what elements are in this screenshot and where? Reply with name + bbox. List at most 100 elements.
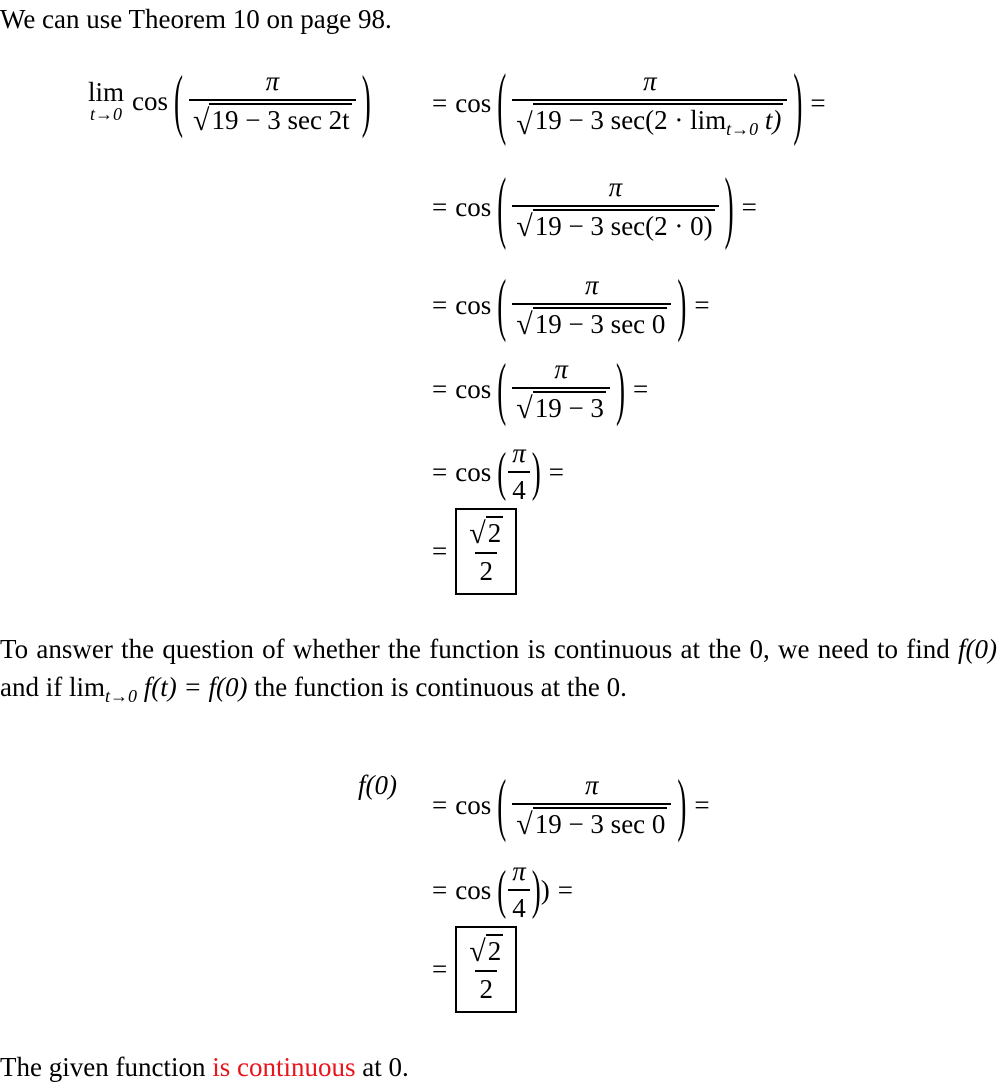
f0-step-1: = cos ( π √ 19 − 3 sec 0 ) = bbox=[424, 765, 718, 844]
numerator: π bbox=[265, 66, 280, 96]
left-paren: ( bbox=[174, 61, 184, 140]
square-root: √ 19 − 3 sec 0 bbox=[516, 807, 668, 841]
square-root: √ 19 − 3 sec 2t bbox=[193, 103, 352, 137]
radicand: 2 bbox=[485, 516, 504, 548]
cos-function: cos bbox=[455, 874, 492, 905]
left-paren: ( bbox=[497, 765, 507, 844]
explanation-part4: the function is continuous at the 0. bbox=[247, 672, 627, 702]
fraction: π 4 bbox=[508, 438, 530, 506]
equals-sign: = bbox=[432, 373, 448, 404]
equals-sign: = bbox=[694, 289, 710, 320]
lim-subscript: t→0 bbox=[90, 104, 123, 125]
equals-sign: = bbox=[694, 789, 710, 820]
square-root: √ 19 − 3 sec(2 · 0) bbox=[516, 209, 715, 243]
conclusion-after: at 0. bbox=[355, 1052, 409, 1082]
denominator: √ 19 − 3 bbox=[512, 387, 610, 425]
right-paren: ) bbox=[793, 56, 803, 147]
equals-sign: = bbox=[432, 874, 448, 905]
numerator: π bbox=[512, 856, 526, 886]
fraction: π √ 19 − 3 sec 2t bbox=[189, 66, 356, 137]
limit-step-4: = cos ( π √ 19 − 3 ) = bbox=[424, 349, 656, 428]
lim-label: lim bbox=[88, 77, 125, 108]
limit-result: = √ 2 2 bbox=[424, 508, 518, 595]
left-paren: ( bbox=[497, 349, 507, 428]
explanation-part1: To answer the question of whether the fu… bbox=[0, 634, 959, 664]
left-paren: ( bbox=[497, 160, 507, 251]
f0-lhs: f(0) bbox=[358, 770, 397, 801]
denominator: 2 bbox=[475, 969, 497, 1005]
limit-equation-lhs: lim t→0 cos ( π √ 19 − 3 sec 2t ) bbox=[88, 61, 371, 140]
denominator: √ 19 − 3 sec 0 bbox=[512, 803, 672, 841]
boxed-answer: √ 2 2 bbox=[455, 508, 518, 595]
denominator: 2 bbox=[475, 551, 497, 587]
right-paren: ) bbox=[615, 349, 625, 428]
equals-sign: = bbox=[432, 456, 448, 487]
right-paren: ) bbox=[361, 61, 371, 140]
left-paren: ( bbox=[497, 859, 507, 919]
conclusion-before: The given function bbox=[0, 1052, 213, 1082]
equals-sign: = bbox=[432, 535, 448, 566]
fraction: π √ 19 − 3 sec(2 · limt→0 t) bbox=[512, 66, 788, 141]
f0-step-2: = cos ( π 4 ) ) = bbox=[424, 856, 581, 924]
radicand-prefix: 19 − 3 sec(2 · lim bbox=[534, 105, 727, 135]
explanation-text: To answer the question of whether the fu… bbox=[0, 630, 997, 715]
conclusion-highlight: is continuous bbox=[212, 1052, 356, 1082]
boxed-answer: √ 2 2 bbox=[455, 926, 518, 1013]
equals-sign: = bbox=[432, 789, 448, 820]
numerator: π bbox=[585, 270, 599, 300]
denominator: 4 bbox=[508, 889, 530, 924]
cos-function: cos bbox=[455, 191, 492, 222]
cos-function: cos bbox=[455, 373, 492, 404]
fraction: π 4 bbox=[508, 856, 530, 924]
radicand: 19 − 3 sec 0 bbox=[532, 307, 668, 339]
equals-sign: = bbox=[810, 87, 826, 118]
numerator: √ 2 bbox=[469, 516, 504, 550]
numerator: π bbox=[512, 438, 526, 468]
limit-step-2: = cos ( π √ 19 − 3 sec(2 · 0) ) = bbox=[424, 165, 765, 246]
fraction: π √ 19 − 3 bbox=[512, 354, 610, 425]
cos-function: cos bbox=[455, 456, 492, 487]
limit-operator: lim t→0 bbox=[88, 77, 125, 125]
denominator: √ 19 − 3 sec(2 · 0) bbox=[512, 205, 719, 243]
fraction: √ 2 2 bbox=[465, 934, 507, 1005]
denominator: √ 19 − 3 sec 2t bbox=[189, 99, 356, 137]
equals-sign: = bbox=[548, 456, 564, 487]
right-paren: ) bbox=[677, 265, 687, 344]
right-paren: ) bbox=[677, 765, 687, 844]
square-root: √ 19 − 3 sec(2 · limt→0 t) bbox=[516, 103, 784, 141]
explanation-part2: and if lim bbox=[0, 672, 105, 702]
equals-sign: = bbox=[432, 289, 448, 320]
f0-result: = √ 2 2 bbox=[424, 926, 518, 1013]
radicand-suffix: t) bbox=[758, 105, 782, 135]
limit-step-5: = cos ( π 4 ) = bbox=[424, 438, 572, 506]
limit-condition: f(t) = f(0) bbox=[137, 672, 248, 702]
cos-function: cos bbox=[455, 789, 492, 820]
fraction: π √ 19 − 3 sec(2 · 0) bbox=[512, 172, 719, 243]
denominator: 4 bbox=[508, 471, 530, 506]
lim-subscript: t→0 bbox=[726, 119, 759, 139]
limit-step-1: = cos ( π √ 19 − 3 sec(2 · limt→0 t) ) = bbox=[424, 56, 834, 147]
cos-function: cos bbox=[455, 289, 492, 320]
right-paren: ) bbox=[724, 160, 734, 251]
left-paren: ( bbox=[497, 265, 507, 344]
left-paren: ( bbox=[497, 56, 507, 147]
left-paren: ( bbox=[497, 441, 507, 501]
limit-step-3: = cos ( π √ 19 − 3 sec 0 ) = bbox=[424, 265, 718, 344]
equals-sign: = bbox=[741, 191, 757, 222]
fraction: π √ 19 − 3 sec 0 bbox=[512, 770, 672, 841]
numerator: √ 2 bbox=[469, 934, 504, 968]
equals-sign: = bbox=[632, 373, 649, 404]
right-paren: ) bbox=[531, 859, 541, 919]
numerator: π bbox=[643, 66, 657, 96]
fraction: π √ 19 − 3 sec 0 bbox=[512, 270, 672, 341]
radicand: 19 − 3 bbox=[532, 391, 606, 423]
radicand: 19 − 3 sec(2 · limt→0 t) bbox=[532, 103, 784, 140]
cos-function: cos bbox=[455, 87, 492, 118]
equals-sign: = bbox=[432, 191, 448, 222]
equals-sign: = bbox=[557, 874, 573, 905]
cos-function: cos bbox=[132, 85, 169, 116]
conclusion-text: The given function is continuous at 0. bbox=[0, 1048, 997, 1086]
fraction: √ 2 2 bbox=[465, 516, 507, 587]
right-paren: ) bbox=[531, 441, 541, 501]
intro-text: We can use Theorem 10 on page 98. bbox=[0, 4, 392, 34]
